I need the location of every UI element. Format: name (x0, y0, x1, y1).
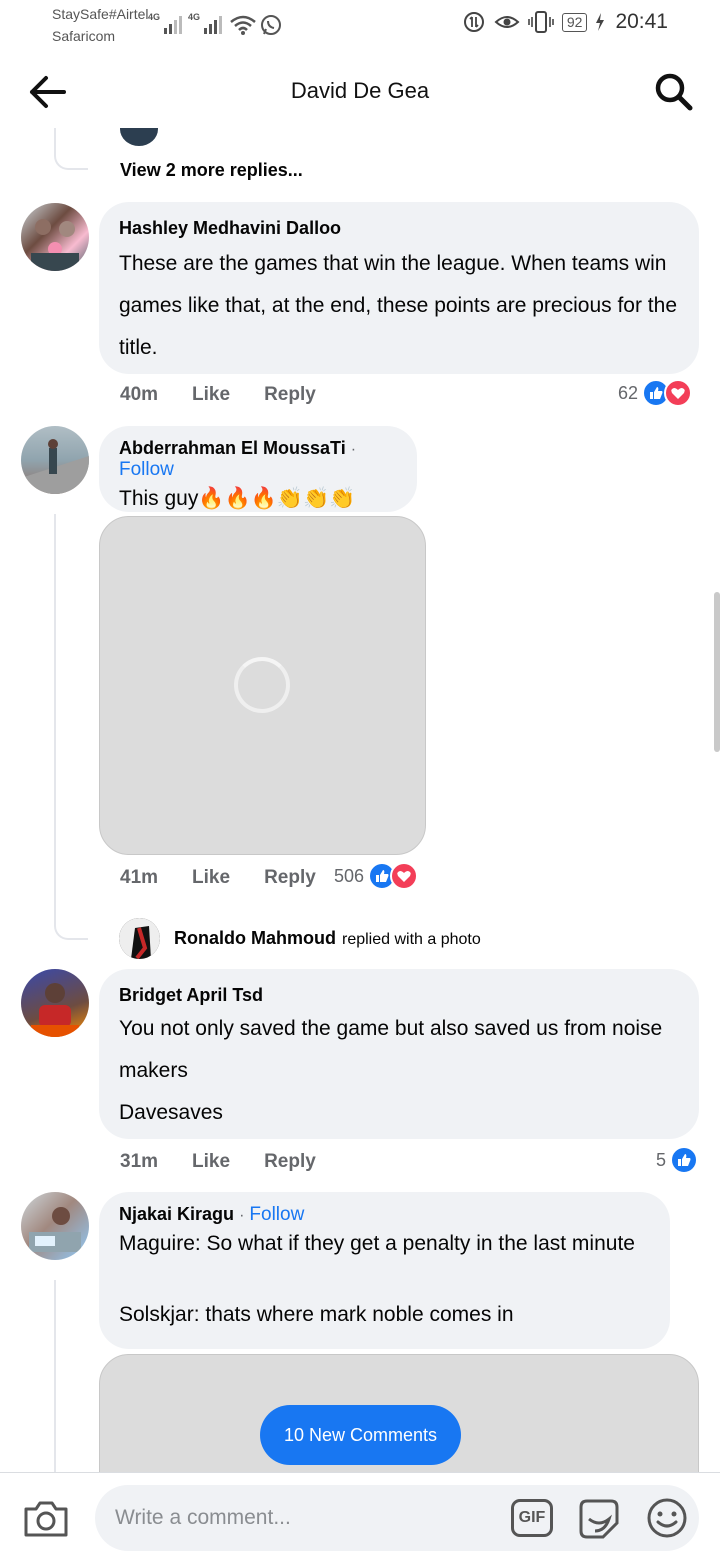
comment-photo[interactable] (99, 516, 426, 855)
battery-level: 92 (561, 12, 588, 32)
data-saver-icon (463, 12, 484, 32)
avatar-photo (21, 439, 89, 494)
new-comments-button[interactable]: 10 New Comments (260, 1405, 461, 1465)
reaction-summary[interactable]: 62 (618, 379, 693, 407)
comment-author[interactable]: Bridget April Tsd (119, 985, 679, 1006)
status-icons: 92 20:41 (462, 10, 668, 34)
comment-actions: 41m Like Reply (120, 867, 316, 889)
follow-button[interactable]: Follow (249, 1204, 304, 1225)
signal-icon: 4G (148, 12, 183, 34)
vibrate-icon (528, 11, 554, 33)
reply-button[interactable]: Reply (264, 384, 316, 406)
emoji-button[interactable] (646, 1497, 688, 1539)
carrier-secondary: Safaricom (52, 28, 116, 44)
sticker-button[interactable] (577, 1497, 621, 1539)
avatar[interactable] (119, 918, 160, 959)
like-button[interactable]: Like (192, 867, 230, 889)
avatar-photo (31, 219, 79, 271)
like-reaction-icon (670, 1146, 699, 1174)
charging-icon (596, 13, 605, 31)
avatar[interactable] (21, 426, 89, 494)
comment-text: You not only saved the game but also sav… (119, 1017, 663, 1082)
comment-text: This guy🔥🔥🔥👏👏👏 (119, 487, 356, 510)
comment-author-row: Abderrahman El MoussaTi · Follow (119, 438, 397, 481)
reply-description: replied with a photo (341, 931, 481, 948)
status-bar: StaySafe#Airtel Safaricom 4G 4G 92 20:41 (0, 0, 720, 52)
whatsapp-icon (261, 15, 281, 35)
love-reaction-icon (664, 379, 693, 407)
smiley-icon (647, 1498, 687, 1538)
comment-composer: GIF (0, 1472, 720, 1560)
reply-button[interactable]: Reply (264, 1151, 316, 1173)
comment-actions: 40m Like Reply (120, 384, 316, 406)
reply-author[interactable]: Ronaldo Mahmoud (174, 928, 336, 949)
thread-connector (54, 128, 88, 170)
comment-input[interactable] (115, 1485, 495, 1551)
avatar[interactable] (21, 969, 89, 1037)
follow-button[interactable]: Follow (119, 459, 174, 480)
app-header: David De Gea (0, 56, 720, 128)
comment-time: 31m (120, 1151, 159, 1172)
reaction-count: 62 (618, 382, 639, 403)
comment-author[interactable]: Hashley Medhavini Dalloo (119, 218, 679, 239)
comments-feed[interactable]: View 2 more replies... Hashley Medhavini… (0, 128, 720, 1472)
comment-author-row: Njakai Kiragu · Follow (119, 1204, 650, 1226)
comment-text: These are the games that win the league.… (119, 252, 677, 359)
comment-author[interactable]: Abderrahman El MoussaTi (119, 438, 346, 458)
gif-button[interactable]: GIF (511, 1499, 553, 1537)
comment-bubble[interactable]: Abderrahman El MoussaTi · Follow This gu… (99, 426, 417, 512)
comment-text: Solskjar: thats where mark noble comes i… (119, 1303, 514, 1326)
scrollbar-thumb[interactable] (714, 592, 720, 752)
camera-button[interactable] (22, 1497, 70, 1539)
signal-icon: 4G (188, 12, 223, 34)
reply-button[interactable]: Reply (264, 867, 316, 889)
like-button[interactable]: Like (192, 384, 230, 406)
reaction-count: 506 (334, 865, 365, 886)
avatar-photo (29, 1207, 81, 1252)
view-more-replies-link[interactable]: View 2 more replies... (120, 160, 303, 181)
reply-summary[interactable]: Ronaldo Mahmoud replied with a photo (174, 928, 481, 949)
thread-connector (54, 898, 88, 940)
reaction-summary[interactable]: 506 (334, 862, 419, 890)
comment-bubble[interactable]: Bridget April Tsd You not only saved the… (99, 969, 699, 1139)
camera-icon (24, 1501, 68, 1537)
comment-bubble[interactable]: Hashley Medhavini Dalloo These are the g… (99, 202, 699, 374)
clock: 20:41 (615, 10, 668, 33)
avatar-photo (119, 918, 160, 959)
loading-spinner (234, 657, 290, 713)
avatar-photo (31, 983, 79, 1037)
avatar[interactable] (21, 203, 89, 271)
network-type: 4G (148, 12, 161, 22)
comment-text: Davesaves (119, 1101, 223, 1124)
avatar (120, 128, 158, 146)
comment-time: 41m (120, 867, 159, 888)
search-button[interactable] (652, 70, 696, 114)
comment-text: Maguire: So what if they get a penalty i… (119, 1232, 635, 1255)
page-title: David De Gea (290, 78, 430, 103)
comment-time: 40m (120, 384, 159, 405)
like-button[interactable]: Like (192, 1151, 230, 1173)
sticker-icon (579, 1499, 619, 1539)
reaction-summary[interactable]: 5 (656, 1146, 699, 1174)
love-reaction-icon (390, 862, 419, 890)
search-icon (655, 73, 693, 111)
reaction-count: 5 (656, 1149, 667, 1170)
wifi-icon (230, 15, 256, 35)
follow-separator: · (350, 441, 357, 458)
comment-author[interactable]: Njakai Kiragu (119, 1204, 234, 1224)
eye-icon (494, 16, 520, 28)
carrier-primary: StaySafe#Airtel (52, 6, 149, 22)
thread-line (54, 514, 56, 914)
follow-separator: · (239, 1207, 245, 1224)
comment-actions: 31m Like Reply (120, 1151, 316, 1173)
thread-line (54, 1280, 56, 1472)
network-type: 4G (188, 12, 201, 22)
avatar[interactable] (21, 1192, 89, 1260)
comment-bubble[interactable]: Njakai Kiragu · Follow Maguire: So what … (99, 1192, 670, 1349)
comment-input-container: GIF (95, 1485, 699, 1551)
